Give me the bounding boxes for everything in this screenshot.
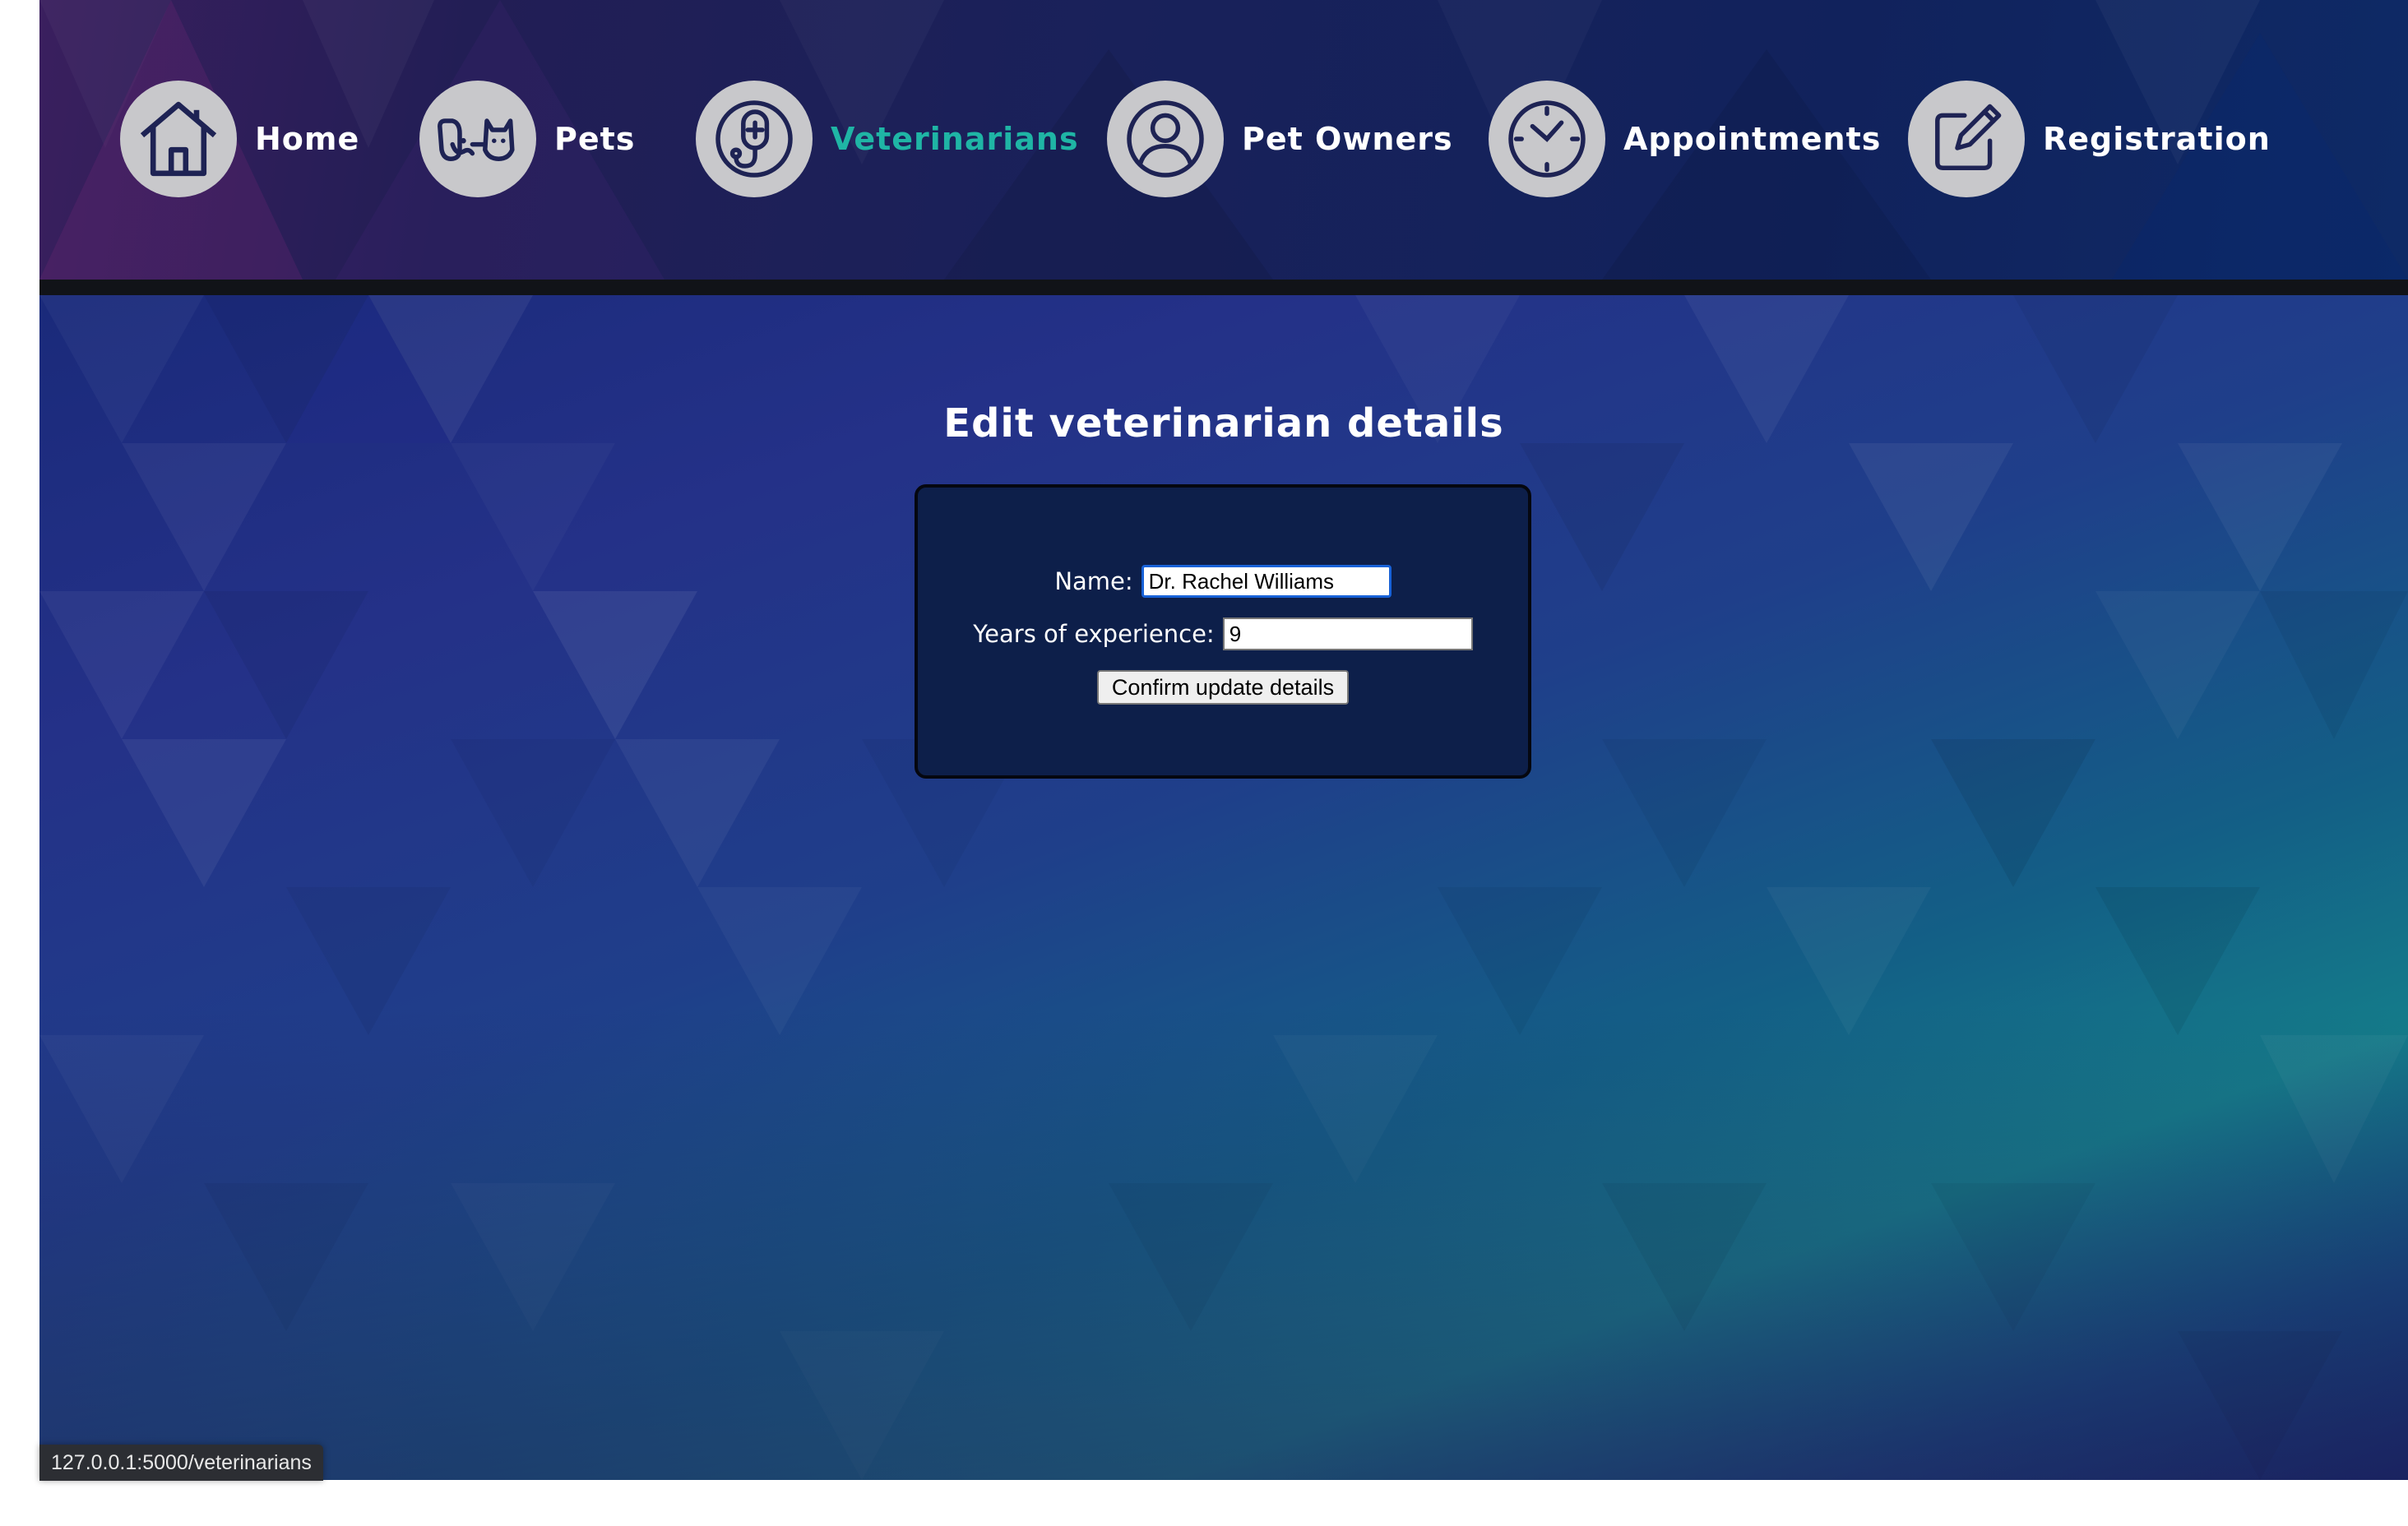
person-icon [1107, 81, 1224, 197]
nav-item-veterinarians[interactable]: Veterinarians [696, 81, 1079, 197]
nav-item-pets[interactable]: Pets [419, 81, 635, 197]
header: Home Pets Veterinarians Pet Owners Appoi… [39, 0, 2408, 280]
nav-label-home: Home [255, 121, 360, 157]
submit-row: Confirm update details [918, 670, 1528, 705]
nav-item-pet-owners[interactable]: Pet Owners [1107, 81, 1453, 197]
name-field[interactable] [1141, 565, 1392, 598]
stethoscope-icon [696, 81, 813, 197]
edit-icon [1908, 81, 2025, 197]
edit-form-card: Name: Years of experience: Confirm updat… [915, 484, 1531, 779]
nav-label-registration: Registration [2043, 121, 2271, 157]
experience-field[interactable] [1222, 617, 1473, 650]
house-icon [120, 81, 237, 197]
page: Home Pets Veterinarians Pet Owners Appoi… [39, 0, 2408, 1480]
nav-item-home[interactable]: Home [120, 81, 359, 197]
nav-label-veterinarians: Veterinarians [831, 121, 1079, 157]
main-content: Edit veterinarian details Name: Years of… [39, 295, 2408, 1480]
page-title: Edit veterinarian details [943, 400, 1504, 446]
dog-cat-icon [419, 81, 536, 197]
nav-item-registration[interactable]: Registration [1908, 81, 2271, 197]
nav-label-pet-owners: Pet Owners [1242, 121, 1453, 157]
name-label: Name: [1054, 567, 1133, 595]
background-shade [39, 295, 2408, 1480]
link-preview-status: 127.0.0.1:5000/veterinarians [39, 1445, 323, 1481]
nav-label-appointments: Appointments [1623, 121, 1882, 157]
nav-label-pets: Pets [554, 121, 636, 157]
experience-row: Years of experience: [918, 617, 1528, 650]
confirm-update-button[interactable]: Confirm update details [1096, 670, 1350, 705]
name-row: Name: [918, 565, 1528, 598]
header-divider [39, 280, 2408, 295]
experience-label: Years of experience: [973, 620, 1215, 648]
clock-icon [1489, 81, 1605, 197]
nav-item-appointments[interactable]: Appointments [1489, 81, 1881, 197]
